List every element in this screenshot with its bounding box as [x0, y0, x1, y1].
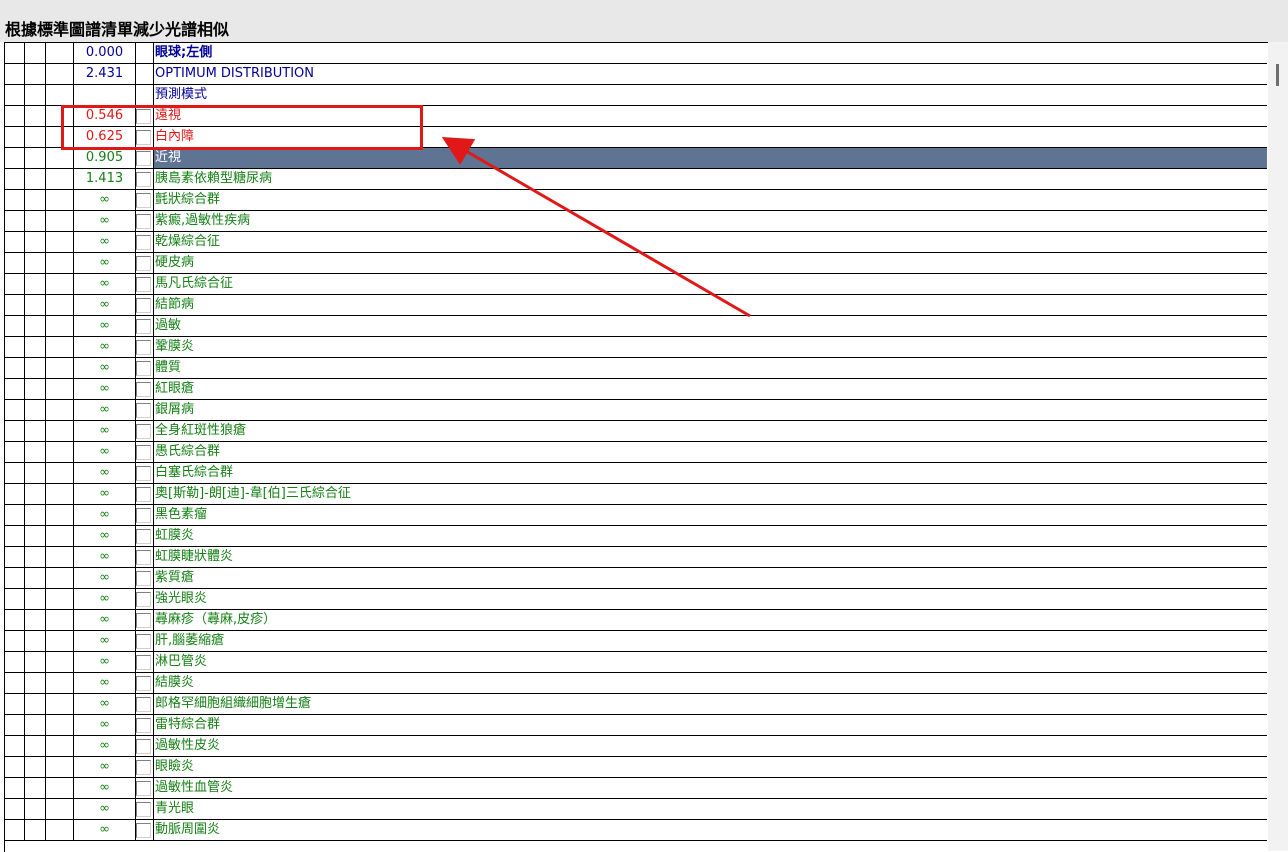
annotation-arrow	[441, 136, 751, 318]
